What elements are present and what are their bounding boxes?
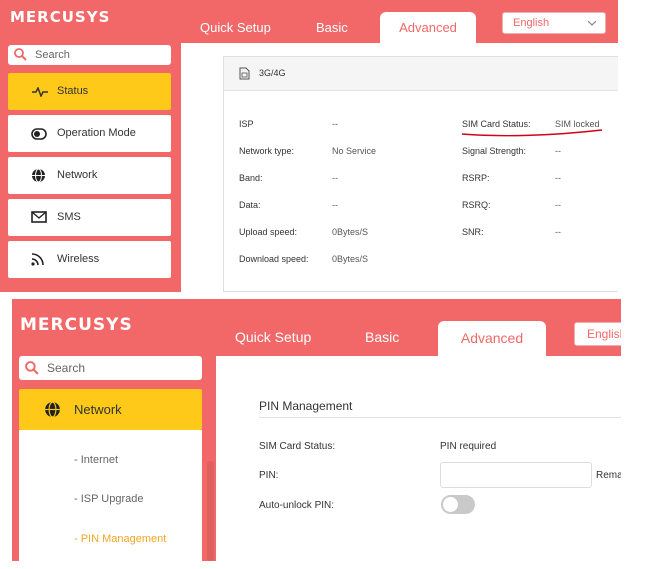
- sidebar: Search Network - Internet - ISP Upgrade …: [12, 356, 216, 561]
- signal-strength-label: Signal Strength:: [462, 146, 527, 156]
- tab-advanced[interactable]: Advanced: [438, 321, 546, 356]
- lte-status-card: 3G/4G ISP -- Network type: No Service Ba…: [223, 56, 618, 292]
- pin-input[interactable]: [440, 462, 592, 488]
- sim-card-icon: [239, 67, 250, 80]
- subnav-item-isp-upgrade[interactable]: - ISP Upgrade: [74, 493, 144, 505]
- search-icon: [14, 48, 27, 61]
- rsrp-value: --: [555, 173, 561, 183]
- globe-icon: [32, 168, 45, 183]
- network-type-label: Network type:: [239, 146, 295, 156]
- auto-unlock-pin-toggle[interactable]: [441, 495, 475, 514]
- brand-logo: MERCUSYS: [20, 315, 133, 335]
- data-label: Data:: [239, 200, 261, 210]
- main-content: 3G/4G ISP -- Network type: No Service Ba…: [181, 43, 618, 292]
- sidebar-scrollbar[interactable]: [207, 461, 214, 561]
- sim-card-status-value: PIN required: [440, 441, 497, 452]
- section-title: PIN Management: [259, 399, 353, 413]
- toggle-circle-icon: [31, 128, 47, 140]
- sidebar-item-label: Network: [57, 169, 98, 181]
- data-value: --: [332, 200, 338, 210]
- section-divider: [259, 417, 621, 418]
- subnav-item-internet[interactable]: - Internet: [74, 454, 118, 466]
- language-select[interactable]: English: [574, 322, 621, 346]
- main-content: PIN Management SIM Card Status: PIN requ…: [216, 356, 621, 561]
- isp-label: ISP: [239, 119, 254, 129]
- search-icon: [25, 361, 39, 375]
- search-input[interactable]: Search: [8, 45, 171, 65]
- snr-value: --: [555, 227, 561, 237]
- subnav-item-pin-management[interactable]: - PIN Management: [74, 533, 166, 545]
- rsrq-label: RSRQ:: [462, 200, 491, 210]
- chevron-down-icon: [588, 21, 596, 26]
- band-value: --: [332, 173, 338, 183]
- status-screenshot: MERCUSYS Quick Setup Basic Advanced Engl…: [0, 0, 618, 292]
- rsrq-value: --: [555, 200, 561, 210]
- pin-management-screenshot: MERCUSYS Quick Setup Basic Advanced Engl…: [12, 299, 621, 561]
- sidebar-item-label: SMS: [57, 211, 81, 223]
- brand-logo: MERCUSYS: [10, 8, 111, 26]
- tab-quick-setup[interactable]: Quick Setup: [200, 20, 271, 35]
- signal-strength-value: --: [555, 146, 561, 156]
- tab-advanced[interactable]: Advanced: [380, 12, 476, 43]
- sidebar-item-label: Status: [57, 85, 89, 97]
- download-speed-value: 0Bytes/S: [332, 254, 369, 264]
- tab-quick-setup[interactable]: Quick Setup: [235, 329, 311, 345]
- language-select[interactable]: English: [502, 12, 606, 34]
- language-value: English: [513, 17, 550, 29]
- snr-label: SNR:: [462, 227, 484, 237]
- search-placeholder: Search: [47, 361, 86, 375]
- sidebar-item-sms[interactable]: SMS: [8, 199, 171, 236]
- card-header: 3G/4G: [224, 57, 618, 91]
- envelope-icon: [31, 211, 47, 223]
- sidebar-item-status[interactable]: Status: [8, 73, 171, 110]
- tab-basic[interactable]: Basic: [316, 20, 348, 35]
- sidebar-item-label: Network: [74, 402, 122, 417]
- remaining-attempts-label: Rema: [596, 470, 621, 481]
- sidebar-item-wireless[interactable]: Wireless: [8, 241, 171, 278]
- search-placeholder: Search: [35, 49, 70, 61]
- sidebar-item-label: Wireless: [57, 253, 100, 265]
- sidebar-item-operation-mode[interactable]: Operation Mode: [8, 115, 171, 152]
- tab-basic[interactable]: Basic: [365, 329, 399, 345]
- isp-value: --: [332, 119, 338, 129]
- language-value: English: [587, 327, 621, 341]
- search-input[interactable]: Search: [19, 356, 202, 380]
- card-title: 3G/4G: [259, 68, 286, 78]
- top-bar: MERCUSYS Quick Setup Basic Advanced Engl…: [12, 299, 621, 356]
- sidebar-item-network[interactable]: Network: [19, 389, 202, 430]
- upload-speed-label: Upload speed:: [239, 227, 298, 237]
- upload-speed-value: 0Bytes/S: [332, 227, 369, 237]
- auto-unlock-pin-label: Auto-unlock PIN:: [259, 500, 335, 511]
- top-bar: MERCUSYS Quick Setup Basic Advanced Engl…: [0, 0, 618, 43]
- band-label: Band:: [239, 173, 263, 183]
- sidebar: Search Status Operation Mode Network SMS…: [0, 43, 181, 292]
- rsrp-label: RSRP:: [462, 173, 490, 183]
- toggle-knob: [443, 497, 458, 512]
- sidebar-item-label: Operation Mode: [57, 127, 136, 139]
- network-type-value: No Service: [332, 146, 377, 156]
- red-underline-annotation: [461, 129, 603, 137]
- download-speed-label: Download speed:: [239, 254, 309, 264]
- globe-icon: [45, 401, 60, 418]
- sidebar-item-network[interactable]: Network: [8, 157, 171, 194]
- wifi-icon: [31, 253, 44, 266]
- pin-label: PIN:: [259, 470, 279, 481]
- sim-card-status-label: SIM Card Status:: [259, 441, 336, 452]
- network-submenu: - Internet - ISP Upgrade - PIN Managemen…: [19, 430, 202, 561]
- pulse-icon: [32, 87, 48, 97]
